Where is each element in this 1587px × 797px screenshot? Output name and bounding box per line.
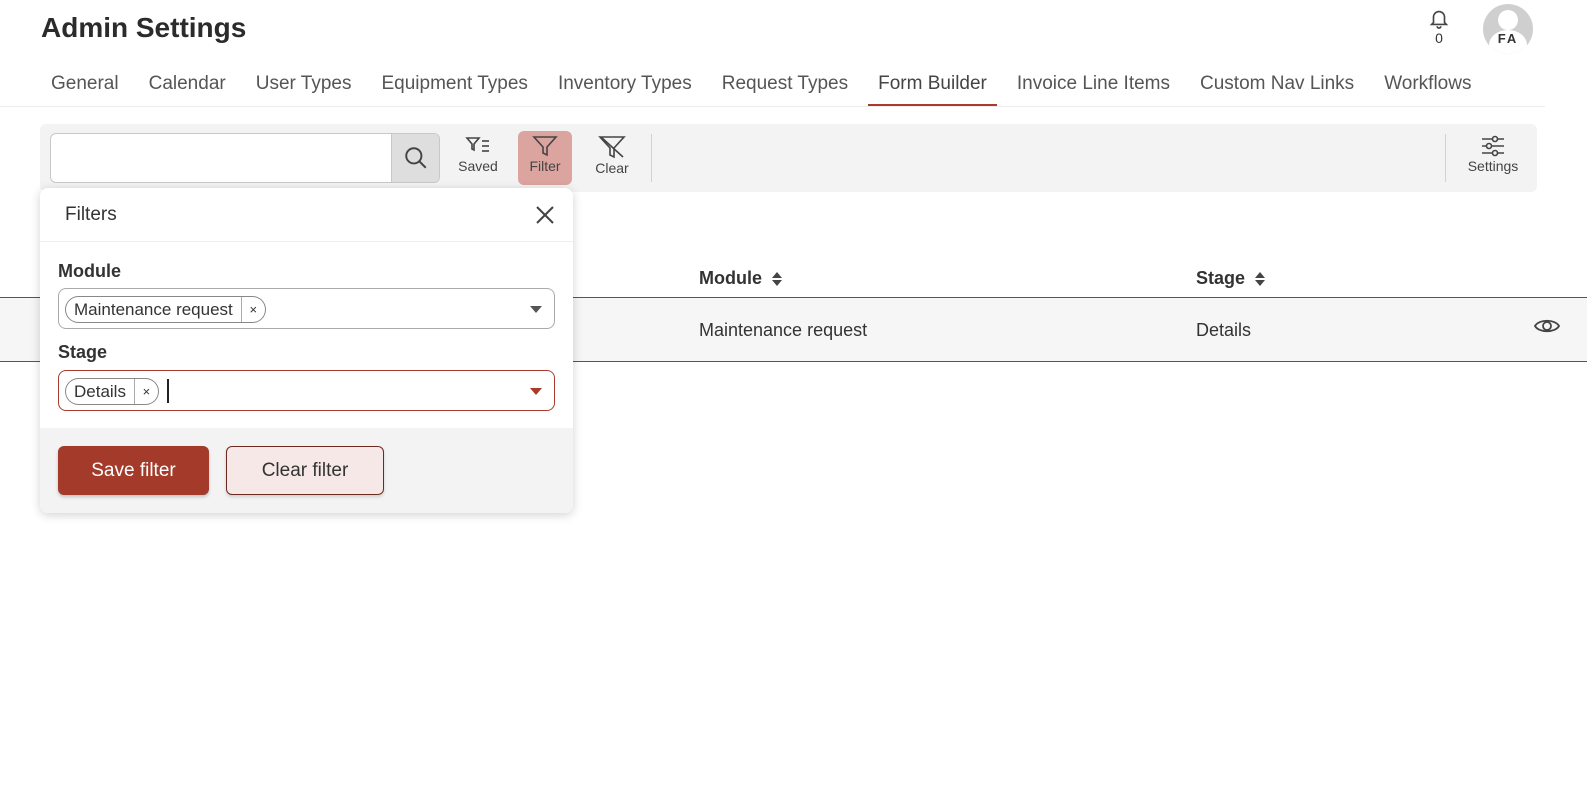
settings-label: Settings [1467,158,1519,174]
stage-chip: Details × [65,378,159,405]
stage-filter-label: Stage [58,342,108,362]
filter-icon [532,136,558,157]
saved-filters-button[interactable]: Saved [451,131,505,185]
filters-panel: Filters Module Maintenance request × Sta… [40,188,573,513]
cell-module: Maintenance request [699,320,868,340]
notification-count: 0 [1435,30,1443,46]
text-cursor [167,379,169,403]
filter-button[interactable]: Filter [518,131,572,185]
avatar[interactable]: FA [1483,4,1533,54]
search-input[interactable] [51,134,391,182]
tab-workflows[interactable]: Workflows [1374,68,1481,106]
avatar-initials: FA [1497,31,1519,46]
sort-icon [772,272,783,287]
toolbar-divider [1445,134,1446,182]
clear-label: Clear [595,160,629,176]
saved-filter-icon [465,137,489,152]
settings-tabs: General Calendar User Types Equipment Ty… [41,68,1491,108]
search-box [50,133,440,183]
save-filter-button[interactable]: Save filter [58,446,209,495]
toolbar-divider [651,134,652,182]
tab-equipment-types[interactable]: Equipment Types [371,68,537,106]
module-select[interactable]: Maintenance request × [58,288,555,329]
tab-invoice-line-items[interactable]: Invoice Line Items [1007,68,1180,106]
tab-general[interactable]: General [41,68,129,106]
tabs-divider [0,106,1545,107]
column-header-stage[interactable]: Stage [1196,268,1266,289]
clear-filters-button[interactable]: Clear [585,131,639,185]
search-button[interactable] [391,134,439,182]
tab-calendar[interactable]: Calendar [139,68,236,106]
chip-remove-button[interactable]: × [133,379,158,404]
view-eye-icon[interactable] [1533,315,1561,337]
tab-user-types[interactable]: User Types [246,68,362,106]
settings-button[interactable]: Settings [1460,131,1526,185]
module-filter-label: Module [58,261,121,281]
close-icon[interactable] [534,204,556,226]
filter-label: Filter [529,158,561,174]
chip-remove-button[interactable]: × [240,297,265,322]
notifications-button[interactable]: 0 [1427,6,1451,50]
tab-request-types[interactable]: Request Types [712,68,858,106]
toolbar: Saved Filter Clear Settings [40,124,1537,192]
tab-inventory-types[interactable]: Inventory Types [548,68,702,106]
column-header-module[interactable]: Module [699,268,783,289]
sliders-icon [1482,135,1504,157]
column-header-label: Stage [1196,268,1246,288]
clear-filter-icon [598,136,626,159]
module-chip: Maintenance request × [65,296,266,323]
search-icon [404,147,426,169]
tab-custom-nav-links[interactable]: Custom Nav Links [1190,68,1364,106]
chevron-down-icon[interactable] [530,388,542,395]
column-header-label: Module [699,268,762,288]
stage-select[interactable]: Details × [58,370,555,411]
tab-form-builder[interactable]: Form Builder [868,68,997,106]
saved-label: Saved [458,158,498,174]
filters-panel-footer: Save filter Clear filter [40,428,573,513]
sort-icon [1255,272,1266,287]
chevron-down-icon[interactable] [530,306,542,313]
bell-icon [1429,10,1449,29]
filters-panel-header: Filters [40,188,573,242]
chip-label: Details [74,381,126,401]
page-title: Admin Settings [41,12,247,43]
filters-panel-title: Filters [65,204,117,225]
chip-label: Maintenance request [74,299,233,319]
avatar-head-shape [1498,10,1518,30]
clear-filter-button[interactable]: Clear filter [226,446,384,495]
cell-stage: Details [1196,320,1252,340]
